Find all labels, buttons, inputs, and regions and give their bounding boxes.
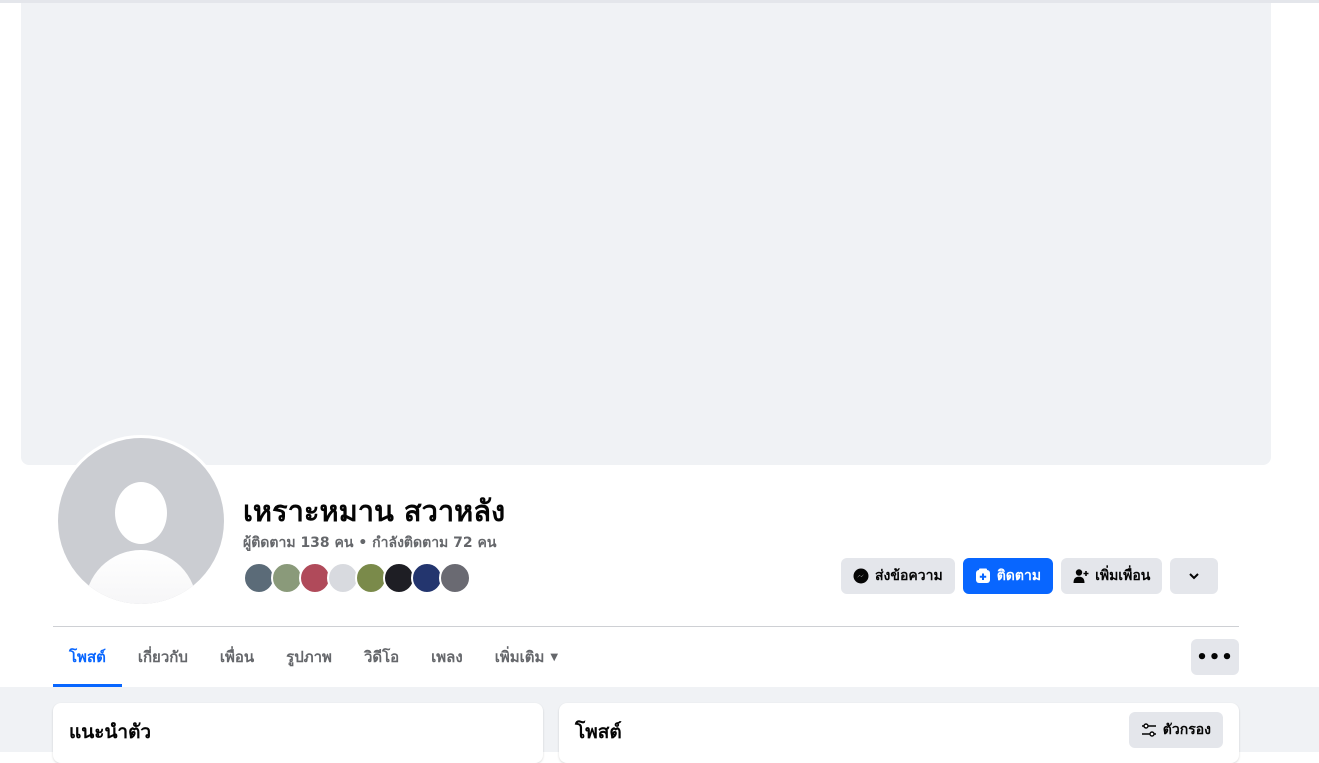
caret-down-icon: ▼ bbox=[550, 651, 559, 663]
tab-label: เพิ่มเติม bbox=[494, 648, 545, 666]
posts-card: โพสต์ ตัวกรอง bbox=[559, 703, 1239, 763]
follow-button[interactable]: ติดตาม bbox=[962, 558, 1054, 594]
tab-posts[interactable]: โพสต์ bbox=[53, 627, 122, 687]
cover-photo[interactable] bbox=[21, 3, 1271, 465]
messenger-icon bbox=[853, 568, 869, 584]
tab-label: โพสต์ bbox=[69, 648, 106, 666]
tab-more[interactable]: เพิ่มเติม ▼ bbox=[479, 627, 574, 687]
tab-label: เพื่อน bbox=[219, 648, 255, 666]
tab-videos[interactable]: วิดีโอ bbox=[348, 627, 415, 687]
tab-label: วิดีโอ bbox=[363, 648, 400, 666]
message-button[interactable]: ส่งข้อความ bbox=[841, 558, 955, 594]
message-button-label: ส่งข้อความ bbox=[875, 568, 943, 584]
friend-avatars[interactable] bbox=[243, 562, 471, 594]
posts-title: โพสต์ bbox=[575, 721, 622, 743]
intro-card: แนะนำตัว bbox=[53, 703, 543, 763]
chevron-down-icon bbox=[1189, 573, 1200, 580]
more-options-button[interactable]: ••• bbox=[1191, 639, 1239, 675]
add-friend-icon bbox=[1073, 569, 1089, 583]
profile-actions: ส่งข้อความ ติดตาม เพิ่มเพื่อน bbox=[841, 558, 1219, 594]
ellipsis-icon: ••• bbox=[1196, 646, 1234, 668]
tab-label: รูปภาพ bbox=[286, 648, 332, 666]
profile-name: เหราะหมาน สวาหลัง bbox=[243, 494, 506, 528]
tab-photos[interactable]: รูปภาพ bbox=[270, 627, 348, 687]
follow-button-label: ติดตาม bbox=[996, 568, 1042, 584]
add-friend-button[interactable]: เพิ่มเพื่อน bbox=[1061, 558, 1163, 594]
tab-friends[interactable]: เพื่อน bbox=[204, 627, 270, 687]
default-avatar-icon bbox=[58, 438, 224, 604]
tab-label: เพลง bbox=[431, 648, 463, 666]
intro-title: แนะนำตัว bbox=[69, 721, 152, 743]
tab-music[interactable]: เพลง bbox=[415, 627, 479, 687]
follower-stats[interactable]: ผู้ติดตาม 138 คน • กำลังติดตาม 72 คน bbox=[243, 532, 496, 554]
filter-button[interactable]: ตัวกรอง bbox=[1128, 712, 1223, 748]
profile-picture[interactable] bbox=[55, 435, 227, 607]
filter-icon bbox=[1141, 723, 1156, 737]
profile-tabs: โพสต์ เกี่ยวกับ เพื่อน รูปภาพ วิดีโอ เพล… bbox=[53, 627, 574, 687]
filter-button-label: ตัวกรอง bbox=[1162, 722, 1211, 738]
tab-label: เกี่ยวกับ bbox=[137, 648, 188, 666]
add-friend-button-label: เพิ่มเพื่อน bbox=[1095, 568, 1151, 584]
friend-avatar[interactable] bbox=[439, 562, 471, 594]
tab-about[interactable]: เกี่ยวกับ bbox=[122, 627, 204, 687]
follow-icon bbox=[975, 568, 990, 583]
profile-dropdown-button[interactable] bbox=[1170, 558, 1219, 594]
